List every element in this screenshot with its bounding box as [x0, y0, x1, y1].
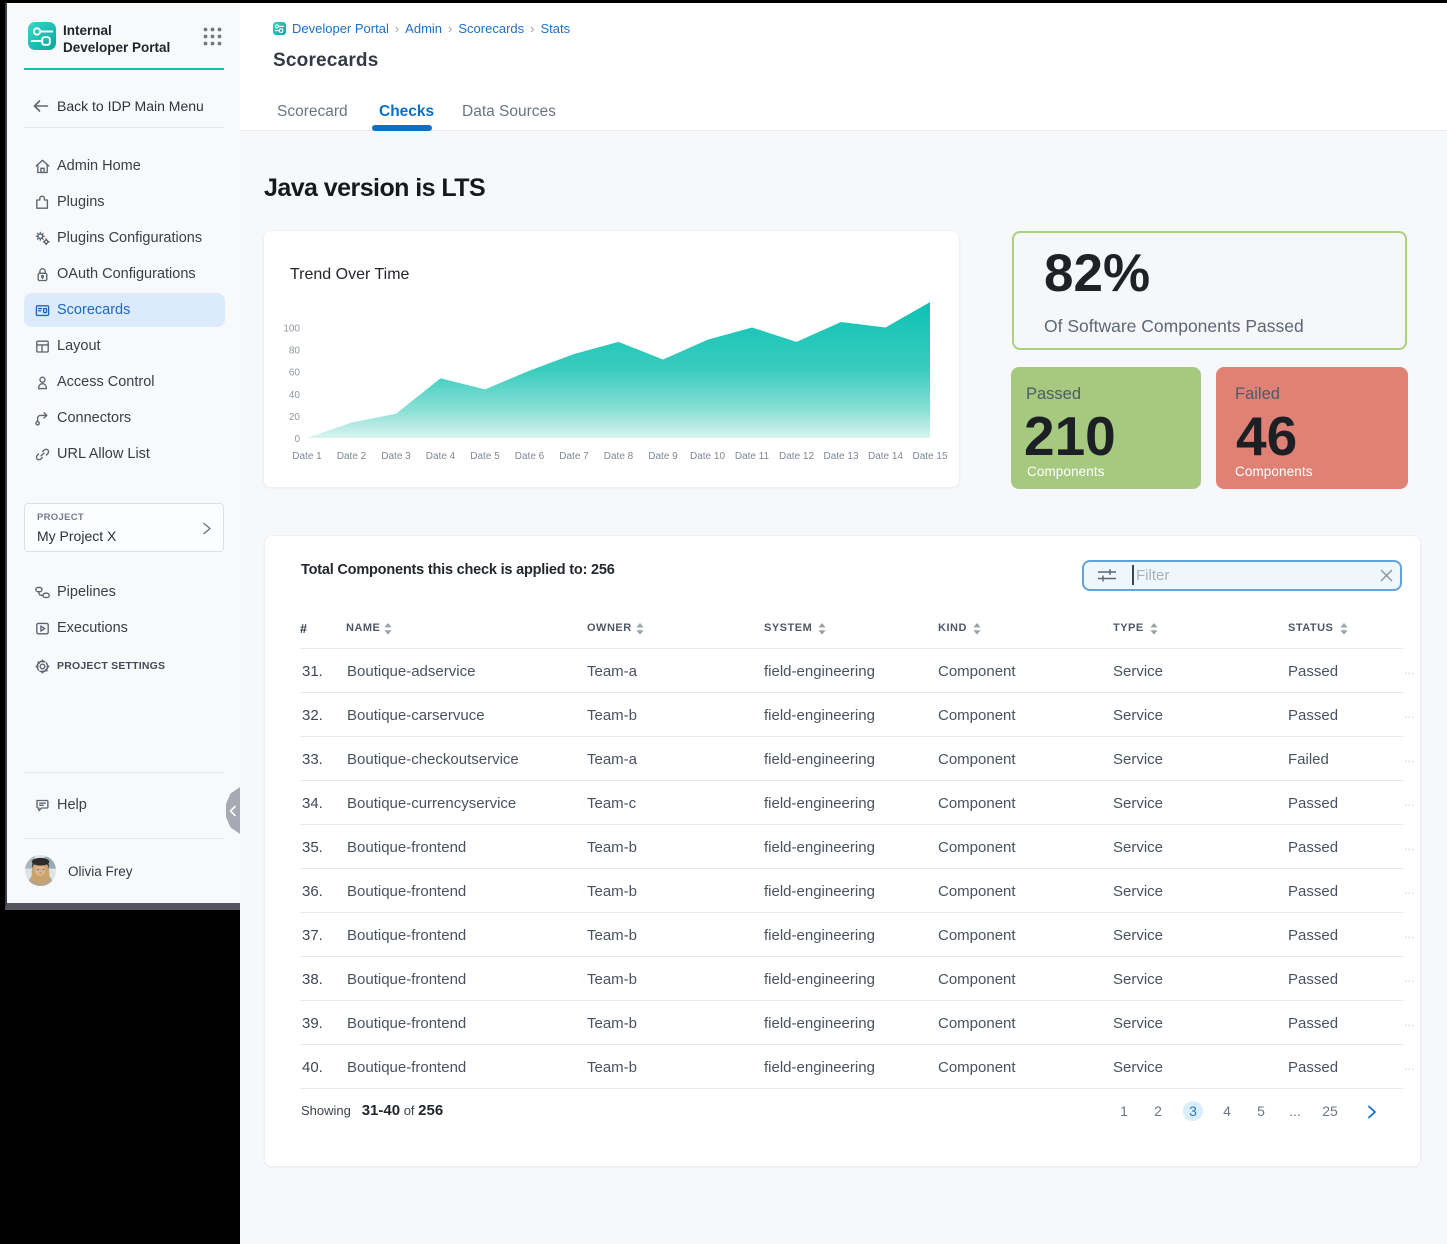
svg-text:Date 13: Date 13: [823, 451, 858, 462]
svg-text:Date 8: Date 8: [604, 451, 634, 462]
svg-text:Date 11: Date 11: [735, 451, 770, 462]
svg-text:Date 2: Date 2: [337, 451, 367, 462]
svg-text:Date 9: Date 9: [648, 451, 678, 462]
svg-text:Date 4: Date 4: [426, 451, 456, 462]
svg-text:Date 5: Date 5: [470, 451, 500, 462]
svg-text:40: 40: [289, 390, 301, 401]
svg-text:Date 12: Date 12: [779, 451, 814, 462]
svg-text:60: 60: [289, 368, 301, 379]
svg-text:Date 10: Date 10: [690, 451, 725, 462]
svg-text:Date 7: Date 7: [559, 451, 589, 462]
svg-text:Date 3: Date 3: [381, 451, 411, 462]
svg-text:20: 20: [289, 412, 301, 423]
svg-text:80: 80: [289, 346, 301, 357]
svg-text:100: 100: [283, 324, 300, 335]
svg-text:Date 1: Date 1: [292, 451, 322, 462]
svg-text:Date 15: Date 15: [912, 451, 947, 462]
svg-text:Date 6: Date 6: [515, 451, 545, 462]
svg-text:Date 14: Date 14: [868, 451, 903, 462]
svg-text:0: 0: [294, 434, 300, 445]
